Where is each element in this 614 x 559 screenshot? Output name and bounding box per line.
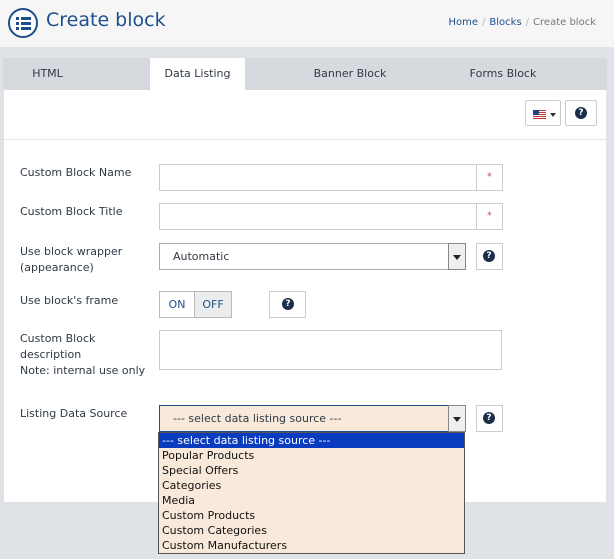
block-frame-help-button[interactable]: ? bbox=[269, 291, 306, 318]
help-icon: ? bbox=[483, 250, 495, 262]
dropdown-option[interactable]: --- select data listing source --- bbox=[159, 433, 464, 448]
block-description-note: Note: internal use only bbox=[20, 364, 146, 377]
tab-bar: HTML Data Listing Banner Block Forms Blo… bbox=[3, 58, 607, 91]
listing-data-source-dropdown-arrow[interactable] bbox=[448, 405, 466, 432]
frame-off-option[interactable]: OFF bbox=[194, 292, 231, 317]
block-wrapper-help-button[interactable]: ? bbox=[476, 243, 503, 270]
panel-toolbar: ? bbox=[4, 90, 606, 140]
custom-block-name-label: Custom Block Name bbox=[20, 166, 132, 179]
required-marker: * bbox=[476, 203, 503, 230]
custom-block-title-input[interactable] bbox=[159, 203, 477, 230]
breadcrumb-home[interactable]: Home bbox=[449, 17, 479, 28]
page-header: Create block Home / Blocks / Create block bbox=[0, 0, 614, 48]
dropdown-option[interactable]: Custom Categories bbox=[159, 523, 464, 538]
block-description-label-line2: description bbox=[20, 348, 82, 361]
chevron-down-icon bbox=[550, 113, 556, 117]
block-wrapper-label-line2: (appearance) bbox=[20, 261, 94, 274]
tab-data-listing[interactable]: Data Listing bbox=[150, 58, 245, 91]
block-frame-label: Use block's frame bbox=[20, 294, 119, 307]
help-icon: ? bbox=[575, 107, 587, 119]
listing-data-source-help-button[interactable]: ? bbox=[476, 405, 503, 432]
page-title: Create block bbox=[46, 9, 166, 31]
block-description-textarea[interactable] bbox=[159, 330, 502, 370]
block-wrapper-label-line1: Use block wrapper bbox=[20, 245, 123, 258]
dropdown-option[interactable]: Popular Products bbox=[159, 448, 464, 463]
frame-on-option[interactable]: ON bbox=[160, 292, 194, 317]
us-flag-icon bbox=[533, 110, 546, 119]
block-wrapper-label: Use block wrapper (appearance) bbox=[20, 244, 122, 276]
help-icon: ? bbox=[282, 298, 294, 310]
tab-forms-block[interactable]: Forms Block bbox=[447, 58, 559, 90]
block-frame-toggle[interactable]: ON OFF bbox=[159, 291, 232, 318]
listing-data-source-options: --- select data listing source --- Popul… bbox=[158, 432, 465, 554]
breadcrumb-blocks[interactable]: Blocks bbox=[489, 17, 521, 28]
help-icon: ? bbox=[483, 412, 495, 424]
dropdown-option[interactable]: Categories bbox=[159, 478, 464, 493]
tab-banner-block[interactable]: Banner Block bbox=[293, 58, 407, 90]
breadcrumb: Home / Blocks / Create block bbox=[448, 17, 597, 28]
dropdown-option[interactable]: Special Offers bbox=[159, 463, 464, 478]
block-description-label: Custom Block description Note: internal … bbox=[20, 331, 145, 379]
dropdown-option[interactable]: Media bbox=[159, 493, 464, 508]
block-wrapper-select[interactable]: Automatic bbox=[159, 243, 466, 270]
dropdown-option[interactable]: Custom Products bbox=[159, 508, 464, 523]
block-wrapper-dropdown-arrow[interactable] bbox=[448, 243, 466, 270]
help-button[interactable]: ? bbox=[565, 100, 597, 126]
listing-data-source-label: Listing Data Source bbox=[20, 407, 128, 420]
tab-html[interactable]: HTML bbox=[3, 58, 92, 90]
dropdown-option[interactable]: Custom Manufacturers bbox=[159, 538, 464, 553]
language-select-button[interactable] bbox=[525, 100, 561, 126]
custom-block-name-input[interactable] bbox=[159, 164, 477, 191]
block-description-label-line1: Custom Block bbox=[20, 332, 96, 345]
required-marker: * bbox=[476, 164, 503, 191]
custom-block-title-label: Custom Block Title bbox=[20, 205, 123, 218]
listing-data-source-select[interactable]: --- select data listing source --- bbox=[159, 405, 466, 432]
breadcrumb-current: Create block bbox=[533, 17, 596, 28]
list-icon bbox=[8, 8, 38, 38]
